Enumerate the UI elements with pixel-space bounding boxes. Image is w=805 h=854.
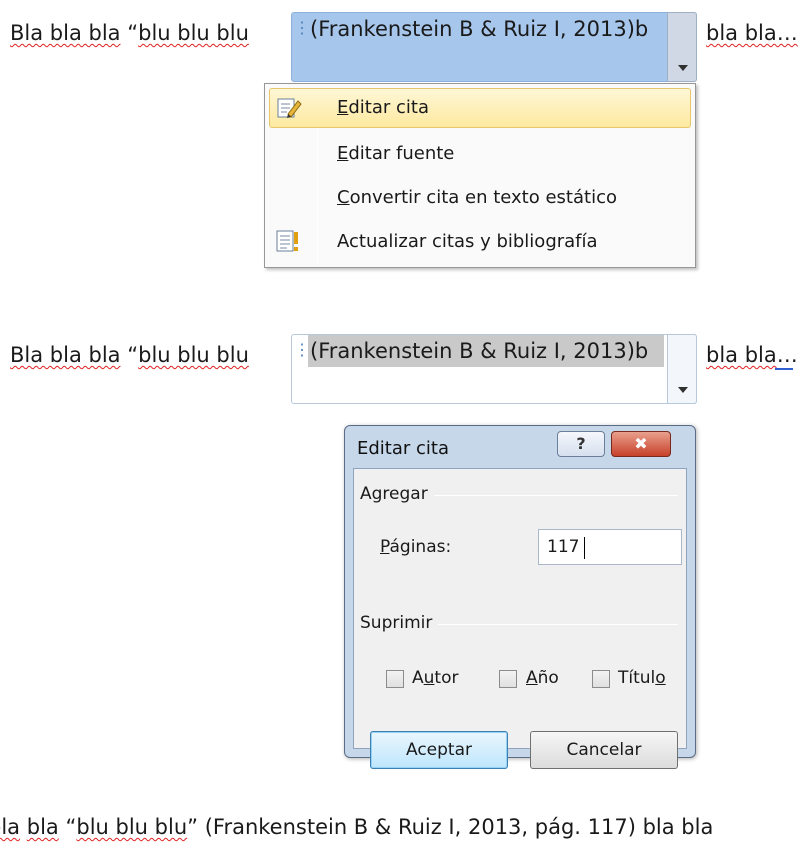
close-icon: ✖	[634, 434, 648, 453]
doc-line-2-tail: bla bla…	[706, 340, 798, 370]
close-button[interactable]: ✖	[611, 431, 671, 457]
text-bla-bla-2: bla bla	[706, 343, 777, 367]
checkbox-title[interactable]	[592, 670, 610, 688]
title-label-accel: o	[655, 668, 666, 688]
citation-content-control-active[interactable]: ⋮ (Frankenstein B & Ruiz I, 2013)b	[291, 12, 697, 82]
citation-context-menu: Editar cita Editar fuente Convertir cita…	[264, 83, 696, 268]
result-quoted-text: blu blu blu	[76, 815, 188, 839]
citation-text-2[interactable]: (Frankenstein B & Ruiz I, 2013)b	[308, 335, 664, 367]
menu-label-edit-source: ditar fuente	[348, 143, 455, 164]
menu-label-convert-static: onvertir cita en texto estático	[349, 187, 617, 208]
edit-citation-dialog: Editar cita ? ✖ Agregar Páginas: Suprimi…	[344, 425, 696, 769]
ok-button[interactable]: Aceptar	[370, 731, 508, 769]
author-label-accel: u	[423, 668, 435, 688]
menu-item-edit-citation[interactable]: Editar cita	[269, 88, 691, 128]
autocorrect-marker	[775, 368, 793, 370]
text-caret	[584, 537, 585, 559]
pages-input[interactable]	[538, 529, 682, 565]
help-icon: ?	[576, 434, 586, 453]
menu-accel-c: C	[337, 187, 350, 208]
citation-text[interactable]: (Frankenstein B & Ruiz I, 2013)b	[308, 13, 664, 45]
menu-item-edit-source[interactable]: Editar fuente	[269, 134, 691, 174]
text-bla-bla-bla: Bla bla bla	[10, 21, 121, 45]
cancel-button[interactable]: Cancelar	[530, 731, 678, 769]
result-text-bla-1: bla	[0, 815, 21, 839]
pages-label: Páginas:	[380, 537, 451, 557]
title-label-pre: Títul	[618, 668, 656, 688]
control-handle-icon-2[interactable]: ⋮	[294, 339, 310, 363]
edit-citation-icon	[277, 98, 302, 118]
citation-dropdown-button-2[interactable]	[667, 334, 697, 404]
checkbox-author[interactable]	[386, 670, 404, 688]
menu-label-edit-citation: ditar cita	[348, 97, 429, 118]
checkbox-year-label[interactable]: Año	[526, 668, 559, 688]
text-open-quote: “	[127, 21, 139, 45]
doc-line-1: Bla bla bla “blu blu blu	[10, 18, 249, 48]
doc-line-2: Bla bla bla “blu blu blu	[10, 340, 249, 370]
chevron-down-icon-2	[678, 387, 688, 393]
help-button[interactable]: ?	[557, 431, 605, 457]
doc-line-1-tail: bla bla…	[706, 18, 798, 48]
pages-label-rest: áginas:	[389, 537, 452, 557]
control-handle-icon[interactable]: ⋮	[294, 17, 310, 41]
checkbox-author-label[interactable]: Autor	[412, 668, 458, 688]
menu-item-update-citations[interactable]: Actualizar citas y bibliografía	[269, 222, 691, 262]
text-open-quote-2: “	[127, 343, 139, 367]
year-label-post: ño	[537, 668, 559, 688]
update-citations-icon	[276, 230, 298, 252]
menu-item-convert-static[interactable]: Convertir cita en texto estático	[269, 178, 691, 218]
author-label-post: tor	[434, 668, 459, 688]
menu-label-update-citations: Actualizar citas y bibliografía	[337, 231, 598, 252]
menu-accel-e2: E	[337, 143, 349, 164]
add-group-label: Agregar	[360, 484, 434, 504]
menu-accel-e1: E	[337, 97, 349, 118]
text-blu-blu-blu: blu blu blu	[138, 21, 249, 45]
year-label-accel: A	[526, 668, 538, 688]
result-text-bla-2: bla	[26, 815, 59, 839]
dialog-body: Agregar Páginas: Suprimir Autor Año Títu…	[353, 468, 687, 769]
checkbox-title-label[interactable]: Título	[618, 668, 666, 688]
dialog-title: Editar cita	[357, 438, 449, 459]
suppress-group-label: Suprimir	[360, 613, 439, 633]
citation-dropdown-button[interactable]	[667, 12, 697, 82]
text-ellipsis-2: …	[776, 343, 798, 367]
citation-content-control[interactable]: ⋮ (Frankenstein B & Ruiz I, 2013)b	[291, 334, 697, 404]
pages-accel: P	[380, 537, 390, 557]
author-label-pre: A	[412, 668, 424, 688]
text-blu-blu-blu-2: blu blu blu	[138, 343, 249, 367]
result-citation-text: ” (Frankenstein B & Ruiz I, 2013, pág. 1…	[187, 815, 714, 839]
text-bla-bla: bla bla…	[706, 21, 798, 45]
chevron-down-icon	[678, 65, 688, 71]
result-open-quote: “	[65, 815, 77, 839]
result-line: bla bla “blu blu blu” (Frankenstein B & …	[0, 812, 713, 842]
text-bla-bla-bla-2: Bla bla bla	[10, 343, 121, 367]
checkbox-year[interactable]	[499, 670, 517, 688]
